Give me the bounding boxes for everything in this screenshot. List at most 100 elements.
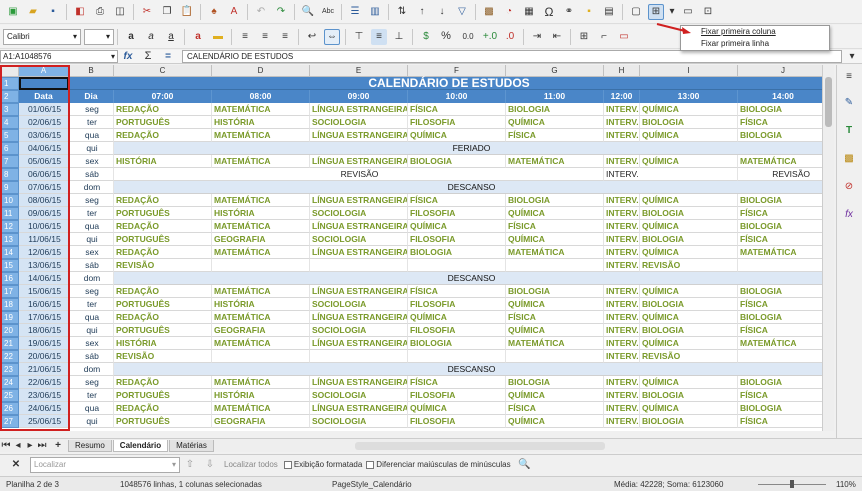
date-cell[interactable]: 05/06/15 — [19, 155, 69, 168]
sort-icon[interactable]: ⇅ — [394, 4, 410, 20]
paste-icon[interactable]: 📋 — [179, 4, 195, 20]
subject-cell[interactable]: REVISÃO — [114, 259, 212, 272]
subject-cell[interactable]: QUÍMICA — [506, 324, 604, 337]
row-header[interactable]: 17 — [0, 285, 19, 298]
column-header-a[interactable]: A — [19, 65, 69, 77]
row-header[interactable]: 10 — [0, 194, 19, 207]
corner-select-all[interactable] — [0, 65, 19, 77]
chart-icon[interactable]: ◔ — [501, 4, 517, 20]
subject-cell[interactable]: HISTÓRIA — [212, 116, 310, 129]
row-header[interactable]: 1 — [0, 77, 19, 90]
subject-cell[interactable]: QUÍMICA — [506, 298, 604, 311]
decrease-indent-icon[interactable]: ⇤ — [549, 29, 565, 45]
undo-icon[interactable]: ↶ — [253, 4, 269, 20]
subject-cell[interactable]: GEOGRAFIA — [212, 324, 310, 337]
align-top-icon[interactable]: ⊤ — [351, 29, 367, 45]
date-cell[interactable]: 21/06/15 — [19, 363, 69, 376]
date-cell[interactable]: 08/06/15 — [19, 194, 69, 207]
subject-cell[interactable]: REDAÇÃO — [114, 129, 212, 142]
background-color-icon[interactable]: ▬ — [210, 29, 226, 45]
align-right-icon[interactable]: ≡ — [277, 29, 293, 45]
subject-cell[interactable]: FÍSICA — [506, 311, 604, 324]
subject-cell[interactable]: BIOLOGIA — [506, 103, 604, 116]
new-document-icon[interactable]: ▣ — [5, 4, 21, 20]
row-header[interactable]: 15 — [0, 259, 19, 272]
image-icon[interactable]: ▩ — [481, 4, 497, 20]
subject-cell[interactable]: REVISÃO — [114, 350, 212, 363]
zoom-level[interactable]: 110% — [836, 480, 856, 489]
print-icon[interactable]: ⎙ — [92, 4, 108, 20]
weekday-cell[interactable]: qua — [69, 129, 114, 142]
subject-cell[interactable]: MATEMÁTICA — [212, 194, 310, 207]
subject-cell[interactable] — [212, 350, 310, 363]
subject-cell[interactable]: REDAÇÃO — [114, 220, 212, 233]
subject-cell[interactable] — [310, 350, 408, 363]
row-header[interactable]: 8 — [0, 168, 19, 181]
tab-calendario[interactable]: Calendário — [112, 439, 169, 452]
properties-icon[interactable]: ✎ — [841, 95, 857, 111]
close-find-icon[interactable]: ✕ — [8, 457, 24, 473]
date-cell[interactable]: 20/06/15 — [19, 350, 69, 363]
subject-cell[interactable]: FÍSICA — [408, 285, 506, 298]
subject-cell[interactable]: BIOLOGIA — [738, 194, 822, 207]
interval-cell[interactable]: INTERV. — [604, 220, 640, 233]
column-icon[interactable]: ▥ — [367, 4, 383, 20]
freeze-first-row-item[interactable]: Fixar primeira linha — [681, 38, 829, 50]
cut-icon[interactable]: ✂ — [139, 4, 155, 20]
date-cell[interactable]: 15/06/15 — [19, 285, 69, 298]
subject-cell[interactable]: REVISÃO — [640, 259, 738, 272]
subject-cell[interactable]: HISTÓRIA — [212, 389, 310, 402]
subject-cell[interactable]: LÍNGUA ESTRANGEIRA — [310, 155, 408, 168]
subject-cell[interactable]: QUÍMICA — [640, 337, 738, 350]
last-sheet-icon[interactable]: ⏭ — [38, 438, 47, 454]
functions-icon[interactable]: fx — [841, 207, 857, 223]
sort-asc-icon[interactable]: ↑ — [414, 4, 430, 20]
subject-cell[interactable]: FILOSOFIA — [408, 298, 506, 311]
weekday-cell[interactable]: qui — [69, 142, 114, 155]
merged-band-cell[interactable]: DESCANSO — [114, 363, 822, 376]
subject-cell[interactable]: BIOLOGIA — [738, 220, 822, 233]
interval-cell[interactable]: INTERV. — [604, 168, 738, 181]
subject-cell[interactable]: PORTUGUÊS — [114, 298, 212, 311]
row-header[interactable]: 3 — [0, 103, 19, 116]
remove-decimal-icon[interactable]: .0 — [502, 29, 518, 45]
subject-cell[interactable]: FÍSICA — [408, 194, 506, 207]
subject-cell[interactable] — [738, 350, 822, 363]
merge-cells-icon[interactable]: ⇔ — [324, 28, 340, 45]
row-header[interactable]: 16 — [0, 272, 19, 285]
subject-cell[interactable]: LÍNGUA ESTRANGEIRA — [310, 129, 408, 142]
pivot-table-icon[interactable]: ▦ — [521, 4, 537, 20]
subject-cell[interactable]: BIOLOGIA — [738, 285, 822, 298]
row-header[interactable]: 7 — [0, 155, 19, 168]
date-cell[interactable]: 07/06/15 — [19, 181, 69, 194]
interval-cell[interactable]: INTERV. — [604, 350, 640, 363]
subject-cell[interactable] — [212, 259, 310, 272]
find-all-button[interactable]: Localizar todos — [224, 460, 278, 469]
subject-cell[interactable]: FÍSICA — [506, 220, 604, 233]
subject-cell[interactable]: HISTÓRIA — [114, 337, 212, 350]
subject-cell[interactable]: QUÍMICA — [640, 285, 738, 298]
match-case-checkbox[interactable] — [366, 460, 375, 469]
freeze-rows-columns-icon[interactable]: ⊞ — [648, 3, 664, 20]
subject-cell[interactable]: LÍNGUA ESTRANGEIRA — [310, 337, 408, 350]
row-header[interactable]: 19 — [0, 311, 19, 324]
subject-cell[interactable]: FÍSICA — [738, 207, 822, 220]
interval-cell[interactable]: INTERV. — [604, 376, 640, 389]
date-cell[interactable]: 02/06/15 — [19, 116, 69, 129]
subject-cell[interactable]: BIOLOGIA — [738, 402, 822, 415]
formula-input[interactable]: CALENDÁRIO DE ESTUDOS — [182, 50, 842, 63]
subject-cell[interactable]: QUÍMICA — [506, 116, 604, 129]
subject-cell[interactable]: BIOLOGIA — [640, 298, 738, 311]
date-cell[interactable]: 13/06/15 — [19, 259, 69, 272]
row-header[interactable]: 27 — [0, 415, 19, 428]
save-icon[interactable]: ▪ — [45, 4, 61, 20]
subject-cell[interactable]: FILOSOFIA — [408, 207, 506, 220]
subject-cell[interactable]: BIOLOGIA — [506, 194, 604, 207]
subject-cell[interactable]: PORTUGUÊS — [114, 116, 212, 129]
subject-cell[interactable]: SOCIOLOGIA — [310, 116, 408, 129]
subject-cell[interactable]: QUÍMICA — [640, 194, 738, 207]
row-icon[interactable]: ☰ — [347, 4, 363, 20]
subject-cell[interactable] — [506, 350, 604, 363]
function-wizard-icon[interactable]: fx — [120, 49, 136, 65]
subject-cell[interactable]: FILOSOFIA — [408, 116, 506, 129]
